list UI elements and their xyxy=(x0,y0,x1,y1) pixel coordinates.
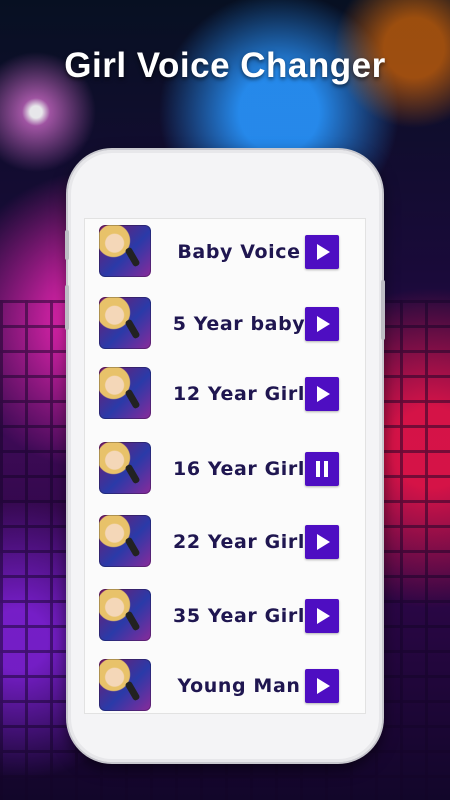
singer-thumbnail xyxy=(99,367,151,419)
play-button[interactable] xyxy=(305,377,339,411)
play-icon xyxy=(317,608,330,624)
mic-icon xyxy=(124,318,141,340)
play-button[interactable] xyxy=(305,599,339,633)
app-title: Girl Voice Changer xyxy=(64,46,386,85)
play-button[interactable] xyxy=(305,307,339,341)
voice-label: 16 Year Girl xyxy=(173,458,305,480)
play-icon xyxy=(317,534,330,550)
singer-thumbnail xyxy=(99,515,151,567)
voice-item-baby-voice: Baby Voice xyxy=(85,223,365,281)
play-button[interactable] xyxy=(305,669,339,703)
mic-icon xyxy=(124,610,141,632)
voice-item-12-year-girl: 12 Year Girl xyxy=(85,365,365,423)
mic-icon xyxy=(124,536,141,558)
voice-label: 35 Year Girl xyxy=(173,605,305,627)
voice-item-young-man: Young Man xyxy=(85,657,365,713)
phone-side-button xyxy=(381,280,385,340)
singer-thumbnail xyxy=(99,225,151,277)
voice-item-35-year-girl: 35 Year Girl xyxy=(85,587,365,645)
play-icon xyxy=(317,244,330,260)
pause-button[interactable] xyxy=(305,452,339,486)
play-button[interactable] xyxy=(305,525,339,559)
voice-item-5-year-baby: 5 Year baby xyxy=(85,295,365,353)
play-icon xyxy=(317,316,330,332)
singer-thumbnail xyxy=(99,297,151,349)
voice-item-16-year-girl: 16 Year Girl xyxy=(85,440,365,498)
voice-label: 22 Year Girl xyxy=(173,531,305,553)
mic-icon xyxy=(124,388,141,410)
voice-label: 12 Year Girl xyxy=(173,383,305,405)
voice-label: 5 Year baby xyxy=(172,313,306,335)
play-icon xyxy=(317,386,330,402)
pause-icon xyxy=(316,461,328,477)
play-button[interactable] xyxy=(305,235,339,269)
voice-list: Baby Voice 5 Year baby 12 Year Girl 16 Y… xyxy=(84,218,366,714)
phone-side-button xyxy=(65,285,69,330)
mic-icon xyxy=(124,246,141,268)
mic-icon xyxy=(124,680,141,702)
voice-label: Young Man xyxy=(177,675,301,697)
mic-icon xyxy=(124,463,141,485)
singer-thumbnail xyxy=(99,442,151,494)
play-icon xyxy=(317,678,330,694)
singer-thumbnail xyxy=(99,659,151,711)
voice-item-22-year-girl: 22 Year Girl xyxy=(85,513,365,571)
singer-thumbnail xyxy=(99,589,151,641)
phone-side-button xyxy=(65,230,69,260)
voice-label: Baby Voice xyxy=(177,241,301,263)
